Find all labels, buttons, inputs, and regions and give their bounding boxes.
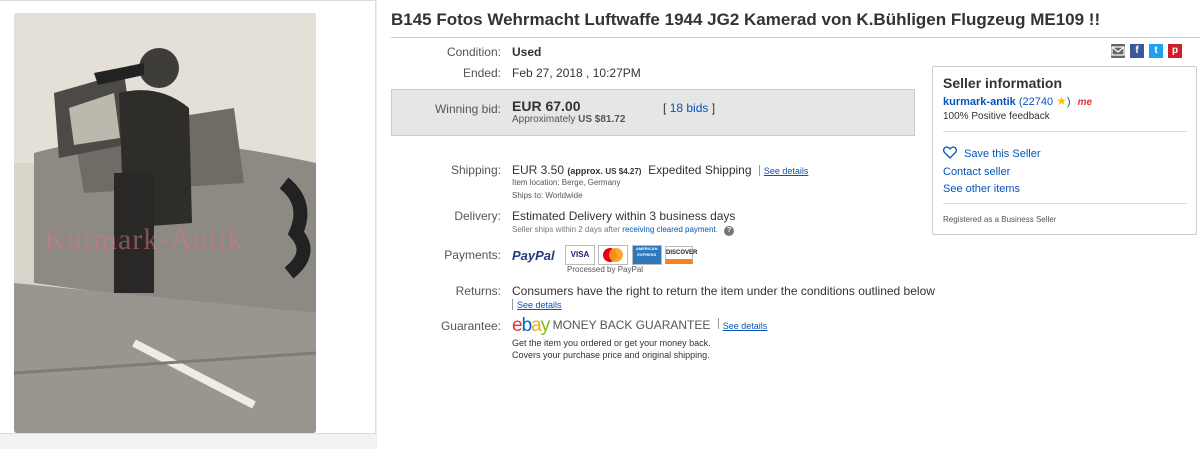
- separator: [512, 299, 513, 311]
- shipping-line: EUR 3.50 (approx. US $4.27) Expedited Sh…: [512, 163, 808, 177]
- separator: [758, 165, 760, 177]
- ships-to: Ships to: Worldwide: [512, 191, 583, 200]
- winning-bid-value: EUR 67.00: [512, 98, 581, 114]
- ebay-logo-b: b: [521, 315, 533, 336]
- seller-score-link[interactable]: 22740: [1023, 96, 1054, 108]
- approx-prefix: Approximately: [512, 114, 576, 125]
- guarantee-line-2: Covers your purchase price and original …: [512, 350, 710, 360]
- ebay-guarantee-line: ebay MONEY BACK GUARANTEE See details: [512, 315, 767, 337]
- guarantee-label: Guarantee:: [440, 319, 501, 333]
- positive-feedback: 100% Positive feedback: [943, 111, 1050, 122]
- delivery-label: Delivery:: [454, 209, 501, 223]
- bid-count-bracket-open: [: [663, 101, 667, 115]
- item-title: B145 Fotos Wehrmacht Luftwaffe 1944 JG2 …: [391, 10, 1101, 29]
- shipping-label: Shipping:: [450, 163, 501, 177]
- shipping-approx-value: US $4.27): [605, 167, 642, 176]
- amex-icon: AMERICAN EXPRESS: [631, 245, 662, 265]
- pinterest-share-icon[interactable]: p: [1168, 44, 1182, 58]
- see-other-items-link[interactable]: See other items: [943, 183, 1020, 195]
- card-logos: VISA AMERICAN EXPRESS DISCOVER: [565, 245, 697, 265]
- shipping-details-link[interactable]: See details: [764, 166, 809, 176]
- bid-count-bracket-close: ]: [711, 101, 716, 115]
- cleared-payment-link[interactable]: receiving cleared payment: [622, 225, 715, 234]
- save-seller-link[interactable]: Save this Seller: [964, 148, 1040, 160]
- bid-count-link[interactable]: 18 bids: [670, 101, 709, 115]
- item-photo[interactable]: Kurmark-Antik: [14, 13, 316, 433]
- visa-icon: VISA: [565, 245, 595, 265]
- facebook-share-icon[interactable]: f: [1130, 44, 1144, 58]
- star-icon: ★: [1056, 94, 1067, 108]
- listing-main: B145 Fotos Wehrmacht Luftwaffe 1944 JG2 …: [377, 0, 1200, 449]
- paypal-logo: PayPal: [512, 248, 555, 263]
- bid-count: [ 18 bids ]: [663, 101, 715, 115]
- heart-icon: [942, 146, 958, 162]
- paypal-text: PayPal: [512, 248, 555, 263]
- seller-information-box: Seller information kurmark-antik (22740 …: [932, 66, 1197, 235]
- approx-bid: Approximately US $81.72: [512, 114, 625, 125]
- shipping-cost: EUR 3.50: [512, 163, 565, 177]
- email-share-icon[interactable]: [1111, 44, 1125, 58]
- seller-score: (22740: [1019, 96, 1053, 108]
- item-image-panel[interactable]: Kurmark-Antik: [0, 0, 376, 434]
- returns-label: Returns:: [455, 284, 501, 298]
- seller-divider-1: [943, 131, 1187, 132]
- contact-seller-link[interactable]: Contact seller: [943, 166, 1010, 178]
- seller-divider-2: [943, 203, 1187, 204]
- condition-label: Condition:: [446, 45, 501, 59]
- separator: [717, 318, 719, 329]
- save-seller[interactable]: Save this Seller: [942, 146, 1041, 162]
- payments-label: Payments:: [444, 248, 501, 262]
- processed-by-paypal: Processed by PayPal: [567, 265, 644, 274]
- approx-value: US $81.72: [578, 114, 626, 125]
- ebay-logo-a: a: [531, 315, 542, 336]
- title-divider: [391, 37, 1200, 38]
- guarantee-details-link[interactable]: See details: [723, 321, 768, 331]
- shipping-method: Expedited Shipping: [648, 163, 752, 177]
- shipping-approx: (approx. US $4.27): [567, 166, 641, 176]
- seller-info-heading: Seller information: [943, 75, 1063, 91]
- discover-icon: DISCOVER: [665, 246, 697, 264]
- ebay-logo-e: e: [512, 315, 523, 336]
- seller-name-link[interactable]: kurmark-antik: [943, 96, 1016, 108]
- guarantee-line-1: Get the item you ordered or get your mon…: [512, 338, 711, 348]
- shipping-approx-prefix: (approx.: [567, 166, 603, 176]
- delivery-value: Estimated Delivery within 3 business day…: [512, 209, 736, 223]
- help-icon[interactable]: ?: [724, 226, 735, 236]
- me-badge-icon[interactable]: me: [1078, 97, 1092, 108]
- ended-label: Ended:: [462, 66, 501, 80]
- ebay-logo-y: y: [540, 315, 550, 336]
- returns-details-link[interactable]: See details: [517, 300, 562, 310]
- returns-details: See details: [512, 297, 562, 311]
- delivery-note: Seller ships within 2 days after receivi…: [512, 225, 735, 236]
- returns-value: Consumers have the right to return the i…: [512, 284, 935, 298]
- condition-value: Used: [512, 45, 542, 59]
- seller-name-line: kurmark-antik (22740 ★) me: [943, 94, 1092, 108]
- money-back-guarantee: MONEY BACK GUARANTEE: [552, 318, 711, 332]
- twitter-share-icon[interactable]: t: [1149, 44, 1163, 58]
- photo-watermark: Kurmark-Antik: [44, 223, 244, 256]
- item-location: Item location: Berge, Germany: [512, 178, 621, 187]
- winning-bid-label: Winning bid:: [434, 102, 501, 116]
- ended-value: Feb 27, 2018 , 10:27PM: [512, 66, 641, 80]
- business-seller-note: Registered as a Business Seller: [943, 215, 1057, 224]
- mastercard-icon: [598, 245, 629, 265]
- delivery-note-text: Seller ships within 2 days after: [512, 225, 621, 234]
- ebay-logo: ebay: [512, 315, 550, 336]
- delivery-note-end: .: [715, 225, 718, 234]
- seller-score-paren-close: ): [1066, 96, 1071, 108]
